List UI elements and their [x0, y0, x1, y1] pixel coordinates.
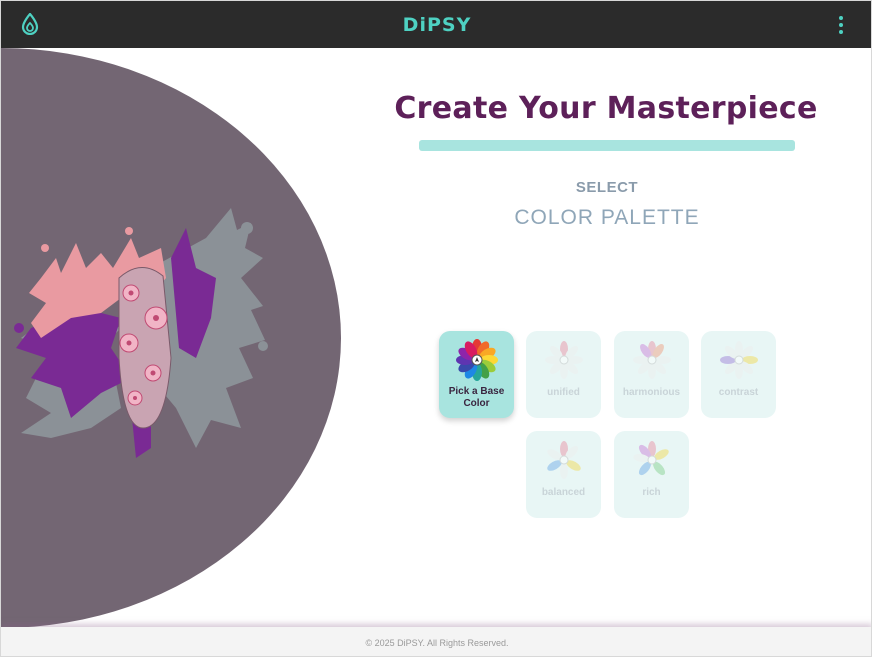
- pick-base-color-button[interactable]: Pick a Base Color: [439, 331, 514, 418]
- balanced-palette-button[interactable]: balanced: [526, 431, 601, 518]
- droplet-logo-icon[interactable]: [19, 13, 41, 35]
- contrast-palette-button[interactable]: contrast: [701, 331, 776, 418]
- title-underline: [419, 140, 795, 151]
- contrast-wheel-icon: [719, 341, 758, 379]
- rich-wheel-icon: [632, 441, 669, 476]
- page-title: Create Your Masterpiece: [394, 91, 818, 126]
- card-label: unified: [547, 387, 580, 398]
- copyright-text: © 2025 DiPSY. All Rights Reserved.: [365, 637, 509, 648]
- card-label: rich: [642, 487, 661, 498]
- rich-palette-button[interactable]: rich: [614, 431, 689, 518]
- hero-panel: [1, 48, 341, 628]
- card-label: balanced: [541, 487, 586, 498]
- card-label: harmonious: [622, 387, 681, 398]
- top-bar: DiPSY: [1, 1, 871, 48]
- nail-paint-splash-illustration: [14, 208, 268, 458]
- card-label: Pick a Base Color: [448, 386, 505, 409]
- kebab-menu-icon[interactable]: [835, 14, 847, 36]
- select-label: SELECT: [575, 179, 639, 196]
- unified-palette-button[interactable]: unified: [526, 331, 601, 418]
- color-wheel-icon: [455, 339, 498, 381]
- unified-wheel-icon: [544, 341, 583, 379]
- card-label: contrast: [718, 387, 759, 398]
- harmonious-palette-button[interactable]: harmonious: [614, 331, 689, 418]
- balanced-wheel-icon: [546, 441, 581, 479]
- brand-name[interactable]: DiPSY: [403, 14, 472, 36]
- app-window: DiPSY Create Your Masterpiece SELECT COL…: [0, 0, 872, 657]
- footer: © 2025 DiPSY. All Rights Reserved.: [1, 627, 871, 656]
- palette-label: COLOR PALETTE: [514, 206, 700, 229]
- harmonious-wheel-icon: [632, 341, 671, 379]
